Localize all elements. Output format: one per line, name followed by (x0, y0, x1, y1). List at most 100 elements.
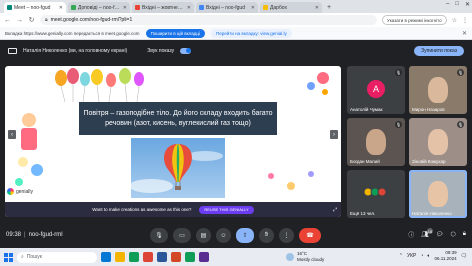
presenting-header: Наталія Николенко (ви, на головному екра… (0, 41, 472, 60)
participant-tile[interactable]: 🎙︎ Богдан Малий (347, 118, 405, 166)
more-options-button[interactable]: ⋮ (279, 228, 294, 243)
reload-icon[interactable]: ↻ (28, 16, 35, 24)
language-indicator[interactable]: УКР (407, 253, 416, 259)
weather-widget[interactable]: 16°C Mostly cloudy (286, 251, 324, 262)
chrome-icon[interactable] (129, 252, 139, 262)
leave-call-button[interactable]: ☎︎ (299, 228, 321, 243)
powerpoint-icon[interactable] (171, 252, 181, 262)
participant-tile[interactable]: 🎙︎ Зіновій Кожухар (409, 118, 467, 166)
mic-off-icon: 🎙︎ (395, 69, 402, 76)
previous-slide-button[interactable]: ‹ (8, 130, 16, 139)
presentation-sound-toggle[interactable] (180, 47, 192, 54)
next-slide-button[interactable]: › (330, 130, 338, 139)
share-this-tab-button[interactable]: Поширити в цій вкладці (145, 28, 205, 38)
presentation-stage: ‹ › Повітря – газоподібне тіло. До його … (5, 66, 341, 217)
genially-logo-text: genially (16, 188, 33, 195)
new-tab-icon[interactable]: + (327, 2, 331, 13)
camera-icon: ▭ (179, 233, 185, 239)
docs-favicon-icon (71, 5, 76, 10)
camera-button[interactable]: ▭ (173, 228, 191, 243)
browser-tab[interactable]: Вхідні – жовтневого ✕ (132, 2, 194, 13)
captions-button[interactable]: ▤ (196, 228, 211, 243)
slide-text: Повітря – газоподібне тіло. До його скла… (83, 109, 273, 127)
self-view-tile[interactable]: Наталія Николенко (409, 170, 467, 218)
star-icon[interactable]: ☆ (452, 17, 457, 24)
participant-tile[interactable]: 🎙︎ Мирон Назаров (409, 66, 467, 114)
close-sharing-bar-icon[interactable]: ✕ (462, 30, 467, 37)
screen-share-icon (8, 47, 17, 54)
notifications-icon[interactable]: 🗨︎ (461, 253, 467, 259)
windows-start-icon[interactable] (4, 252, 13, 262)
reuse-genially-button[interactable]: REUSE THIS GENIALLY (199, 205, 254, 214)
back-icon[interactable]: ← (4, 17, 11, 24)
task-view-icon[interactable] (101, 252, 111, 262)
call-controls: 🎙︎ ▭ ▤ ☺ ⇧ ✋︎ ⋮ ☎︎ (150, 228, 321, 243)
browser-tab[interactable]: Дарбох ✕ (260, 2, 322, 13)
taskbar-clock[interactable]: 09:39 06.11.2024 (434, 250, 456, 262)
mic-off-icon: 🎙︎ (457, 121, 464, 128)
close-tab-icon[interactable]: ✕ (187, 5, 191, 11)
word-icon[interactable] (157, 252, 167, 262)
incognito-label: Указати в режимі інкогніто (387, 17, 442, 23)
browser-tab[interactable]: Meet – noo-fgud ✕ (4, 2, 66, 13)
activities-icon[interactable]: ⬡ (451, 231, 456, 238)
genially-logo: genially (7, 188, 33, 195)
switch-tab-label: Перейти на вкладку: view.genial.ly (216, 30, 287, 36)
browser-tab-strip: Meet – noo-fgud ✕ Доповіді – noo-fgud ✕ … (0, 0, 472, 13)
people-button[interactable]: 👥︎ 18 (421, 228, 433, 238)
stop-presenting-label: Зупинити показ (421, 47, 457, 54)
close-tab-icon[interactable]: ✕ (315, 5, 319, 11)
meet-app-icon[interactable] (185, 252, 195, 262)
window-controls: – □ ✕ (446, 1, 470, 8)
reactions-button[interactable]: ☺ (216, 228, 231, 243)
address-bar: ← → ↻ 🔒︎ meet.google.com/noo-fgud-rml?pl… (0, 13, 472, 27)
present-button[interactable]: ⇧ (236, 228, 254, 243)
participant-video (366, 129, 386, 155)
genially-promo-bar: Want to make creations as awesome as thi… (5, 202, 341, 217)
forward-icon[interactable]: → (16, 17, 23, 24)
url-field[interactable]: 🔒︎ meet.google.com/noo-fgud-rml?pli=1 (40, 15, 378, 25)
participant-tile[interactable]: А 🎙︎ Анатолій Чумак (347, 66, 405, 114)
incognito-button[interactable]: Указати в режимі інкогніто (382, 15, 447, 25)
close-tab-icon[interactable]: ✕ (59, 5, 63, 11)
chat-icon[interactable]: 💬︎ (436, 231, 444, 238)
tab-title: Вхідні – жовтневого (142, 4, 185, 11)
star-illustration (307, 72, 329, 95)
participant-name: Зіновій Кожухар (412, 159, 446, 164)
fullscreen-icon[interactable]: ⤢ (333, 207, 337, 213)
more-participants-tile[interactable]: Ещё 13 чел. (347, 170, 405, 218)
browser-tab[interactable]: Доповіді – noo-fgud ✕ (68, 2, 130, 13)
menu-icon[interactable]: ⋮ (462, 17, 468, 24)
taskbar-search-field[interactable]: ⌕ Пошук (17, 251, 97, 263)
more-participants-avatars (363, 187, 387, 197)
browser-tab[interactable]: Вхідні – noo-fgud ✕ (196, 2, 258, 13)
maximize-icon[interactable]: □ (455, 1, 459, 8)
wifi-icon[interactable]: ◔ (420, 253, 423, 259)
volume-icon[interactable]: 🔈︎ (427, 253, 430, 259)
phone-hangup-icon: ☎︎ (306, 233, 314, 239)
close-tab-icon[interactable]: ✕ (251, 5, 255, 11)
close-tab-icon[interactable]: ✕ (123, 5, 127, 11)
lock-icon[interactable]: 🔒︎ (45, 17, 48, 23)
mic-off-icon: 🎙︎ (457, 69, 464, 76)
gmail-favicon-icon (135, 5, 140, 10)
chevron-up-icon[interactable]: ⌃ (399, 253, 403, 259)
microphone-button[interactable]: 🎙︎ (150, 228, 168, 243)
hand-icon: ✋︎ (264, 232, 269, 238)
file-explorer-icon[interactable] (115, 252, 125, 262)
cloud-icon (286, 252, 294, 261)
mic-off-icon: 🎙︎ (395, 121, 402, 128)
stop-presenting-button[interactable]: Зупинити показ (414, 45, 464, 56)
info-icon[interactable]: ⓘ (408, 230, 414, 239)
hot-air-balloon-image (131, 138, 225, 198)
close-window-icon[interactable]: ✕ (465, 1, 470, 8)
meeting-controls-bar: 09:38 | noo-fgud-rml 🎙︎ ▭ ▤ ☺ ⇧ ✋︎ ⋮ ☎︎ … (0, 222, 472, 248)
children-illustration (15, 113, 43, 186)
app-icon[interactable] (199, 252, 209, 262)
raise-hand-button[interactable]: ✋︎ (259, 228, 274, 243)
opera-icon[interactable] (143, 252, 153, 262)
switch-tab-button[interactable]: Перейти на вкладку: view.genial.ly (211, 28, 292, 38)
host-controls-icon[interactable]: 🔒︎ (463, 231, 466, 238)
url-text: meet.google.com/noo-fgud-rml?pli=1 (50, 17, 133, 23)
minimize-icon[interactable]: – (446, 1, 449, 8)
